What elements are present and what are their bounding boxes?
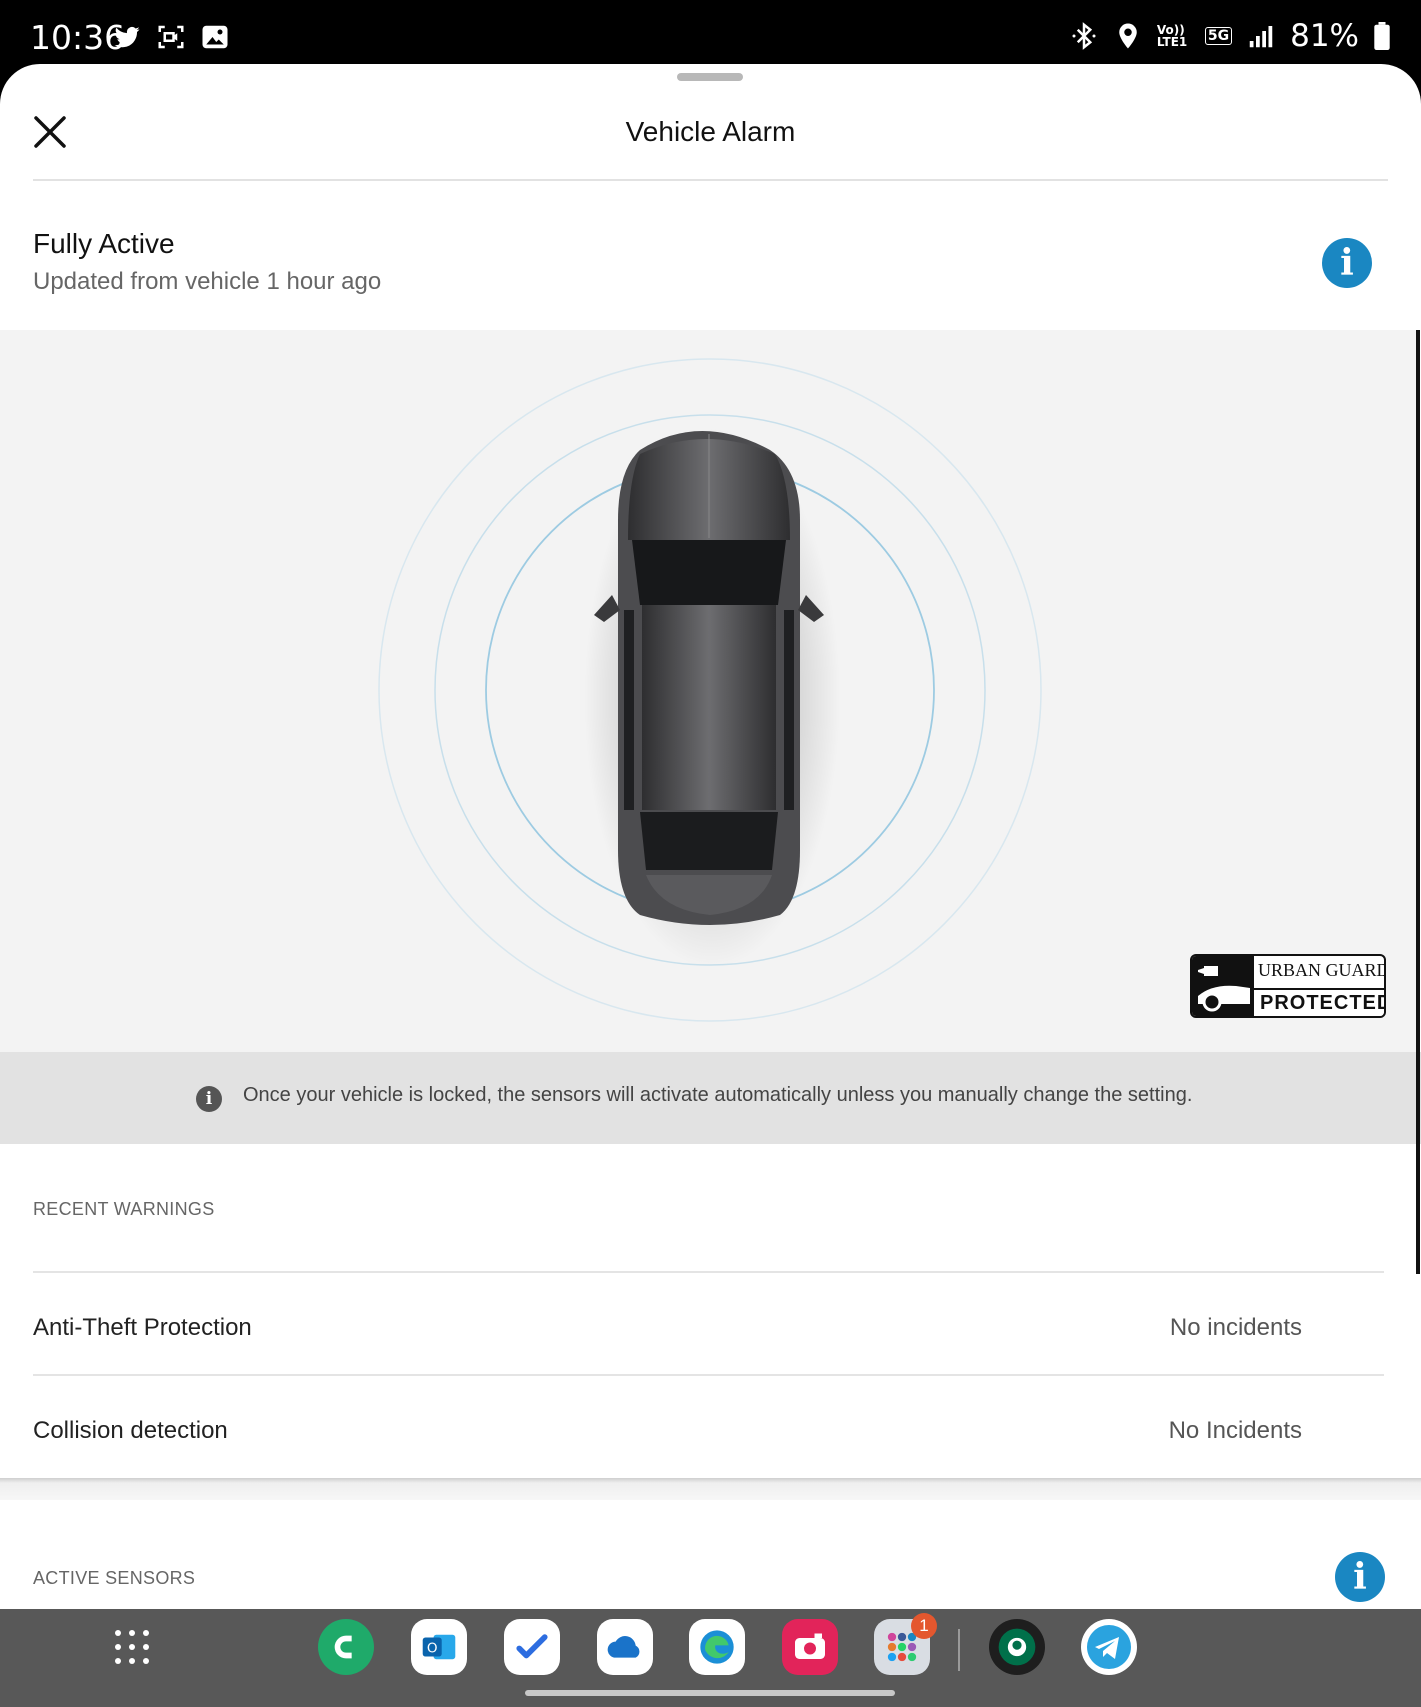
telegram-app-icon[interactable] [1081,1619,1137,1675]
signal-icon [1249,26,1273,48]
active-sensors-label: ACTIVE SENSORS [33,1568,196,1588]
scrollbar[interactable] [1416,330,1420,1274]
divider [33,1374,1384,1376]
sensors-info-icon[interactable]: i [1335,1552,1385,1602]
recent-warnings-label: RECENT WARNINGS [33,1199,215,1219]
auto-activation-notice: i Once your vehicle is locked, the senso… [0,1052,1421,1144]
badge-line-1: URBAN GUARD [1258,960,1386,980]
vehicle-illustration-area: URBAN GUARD PROTECTED [0,330,1418,1066]
dock-divider [958,1629,960,1671]
status-time: 10:36 [30,18,126,57]
todo-app-icon[interactable] [504,1619,560,1675]
app-drawer-icon[interactable] [112,1627,152,1667]
outlook-app-icon[interactable]: O [411,1619,467,1675]
battery-icon [1374,22,1390,50]
warning-label: Anti-Theft Protection [33,1314,252,1341]
car-top-view [594,431,824,925]
screen-record-icon [158,25,184,49]
warning-value: No Incidents [1168,1417,1302,1444]
urban-guard-badge: URBAN GUARD PROTECTED [1190,954,1386,1018]
edge-app-icon[interactable] [689,1619,745,1675]
home-gesture-bar[interactable] [525,1690,895,1696]
volte-indicator: Vo)) LTE1 [1156,23,1188,49]
starbucks-app-icon[interactable] [989,1619,1045,1675]
notification-badge: 1 [911,1613,937,1639]
status-info-icon[interactable]: i [1322,238,1372,288]
network-5g-indicator: 5G [1204,27,1233,45]
header-divider [33,179,1388,181]
notice-text: Once your vehicle is locked, the sensors… [243,1084,1193,1106]
vehicle-radar-illustration [378,358,1042,1022]
guard-car-icon [1198,966,1250,1012]
app-dock: O 1 [0,1609,1421,1707]
divider [33,1271,1384,1273]
phone-app-icon[interactable] [318,1619,374,1675]
notification-icons [112,22,230,52]
onedrive-app-icon[interactable] [597,1619,653,1675]
badge-line-2: PROTECTED [1254,988,1384,1016]
twitter-icon [114,27,140,48]
bluetooth-icon [1072,22,1096,50]
drag-handle[interactable] [677,73,743,81]
info-icon: i [196,1086,222,1112]
system-indicators: Vo)) LTE1 5G 81% [1069,18,1391,54]
alarm-status-subtitle: Updated from vehicle 1 hour ago [33,268,382,295]
card-separator [0,1478,1421,1500]
gallery-icon [202,25,228,49]
warning-label: Collision detection [33,1417,228,1444]
svg-text:O: O [427,1640,438,1656]
alarm-status-title: Fully Active [33,228,175,259]
location-icon [1119,23,1137,49]
camera-app-icon[interactable] [782,1619,838,1675]
battery-percent: 81% [1290,18,1359,54]
page-title: Vehicle Alarm [625,116,796,147]
warning-value: No incidents [1169,1314,1302,1341]
